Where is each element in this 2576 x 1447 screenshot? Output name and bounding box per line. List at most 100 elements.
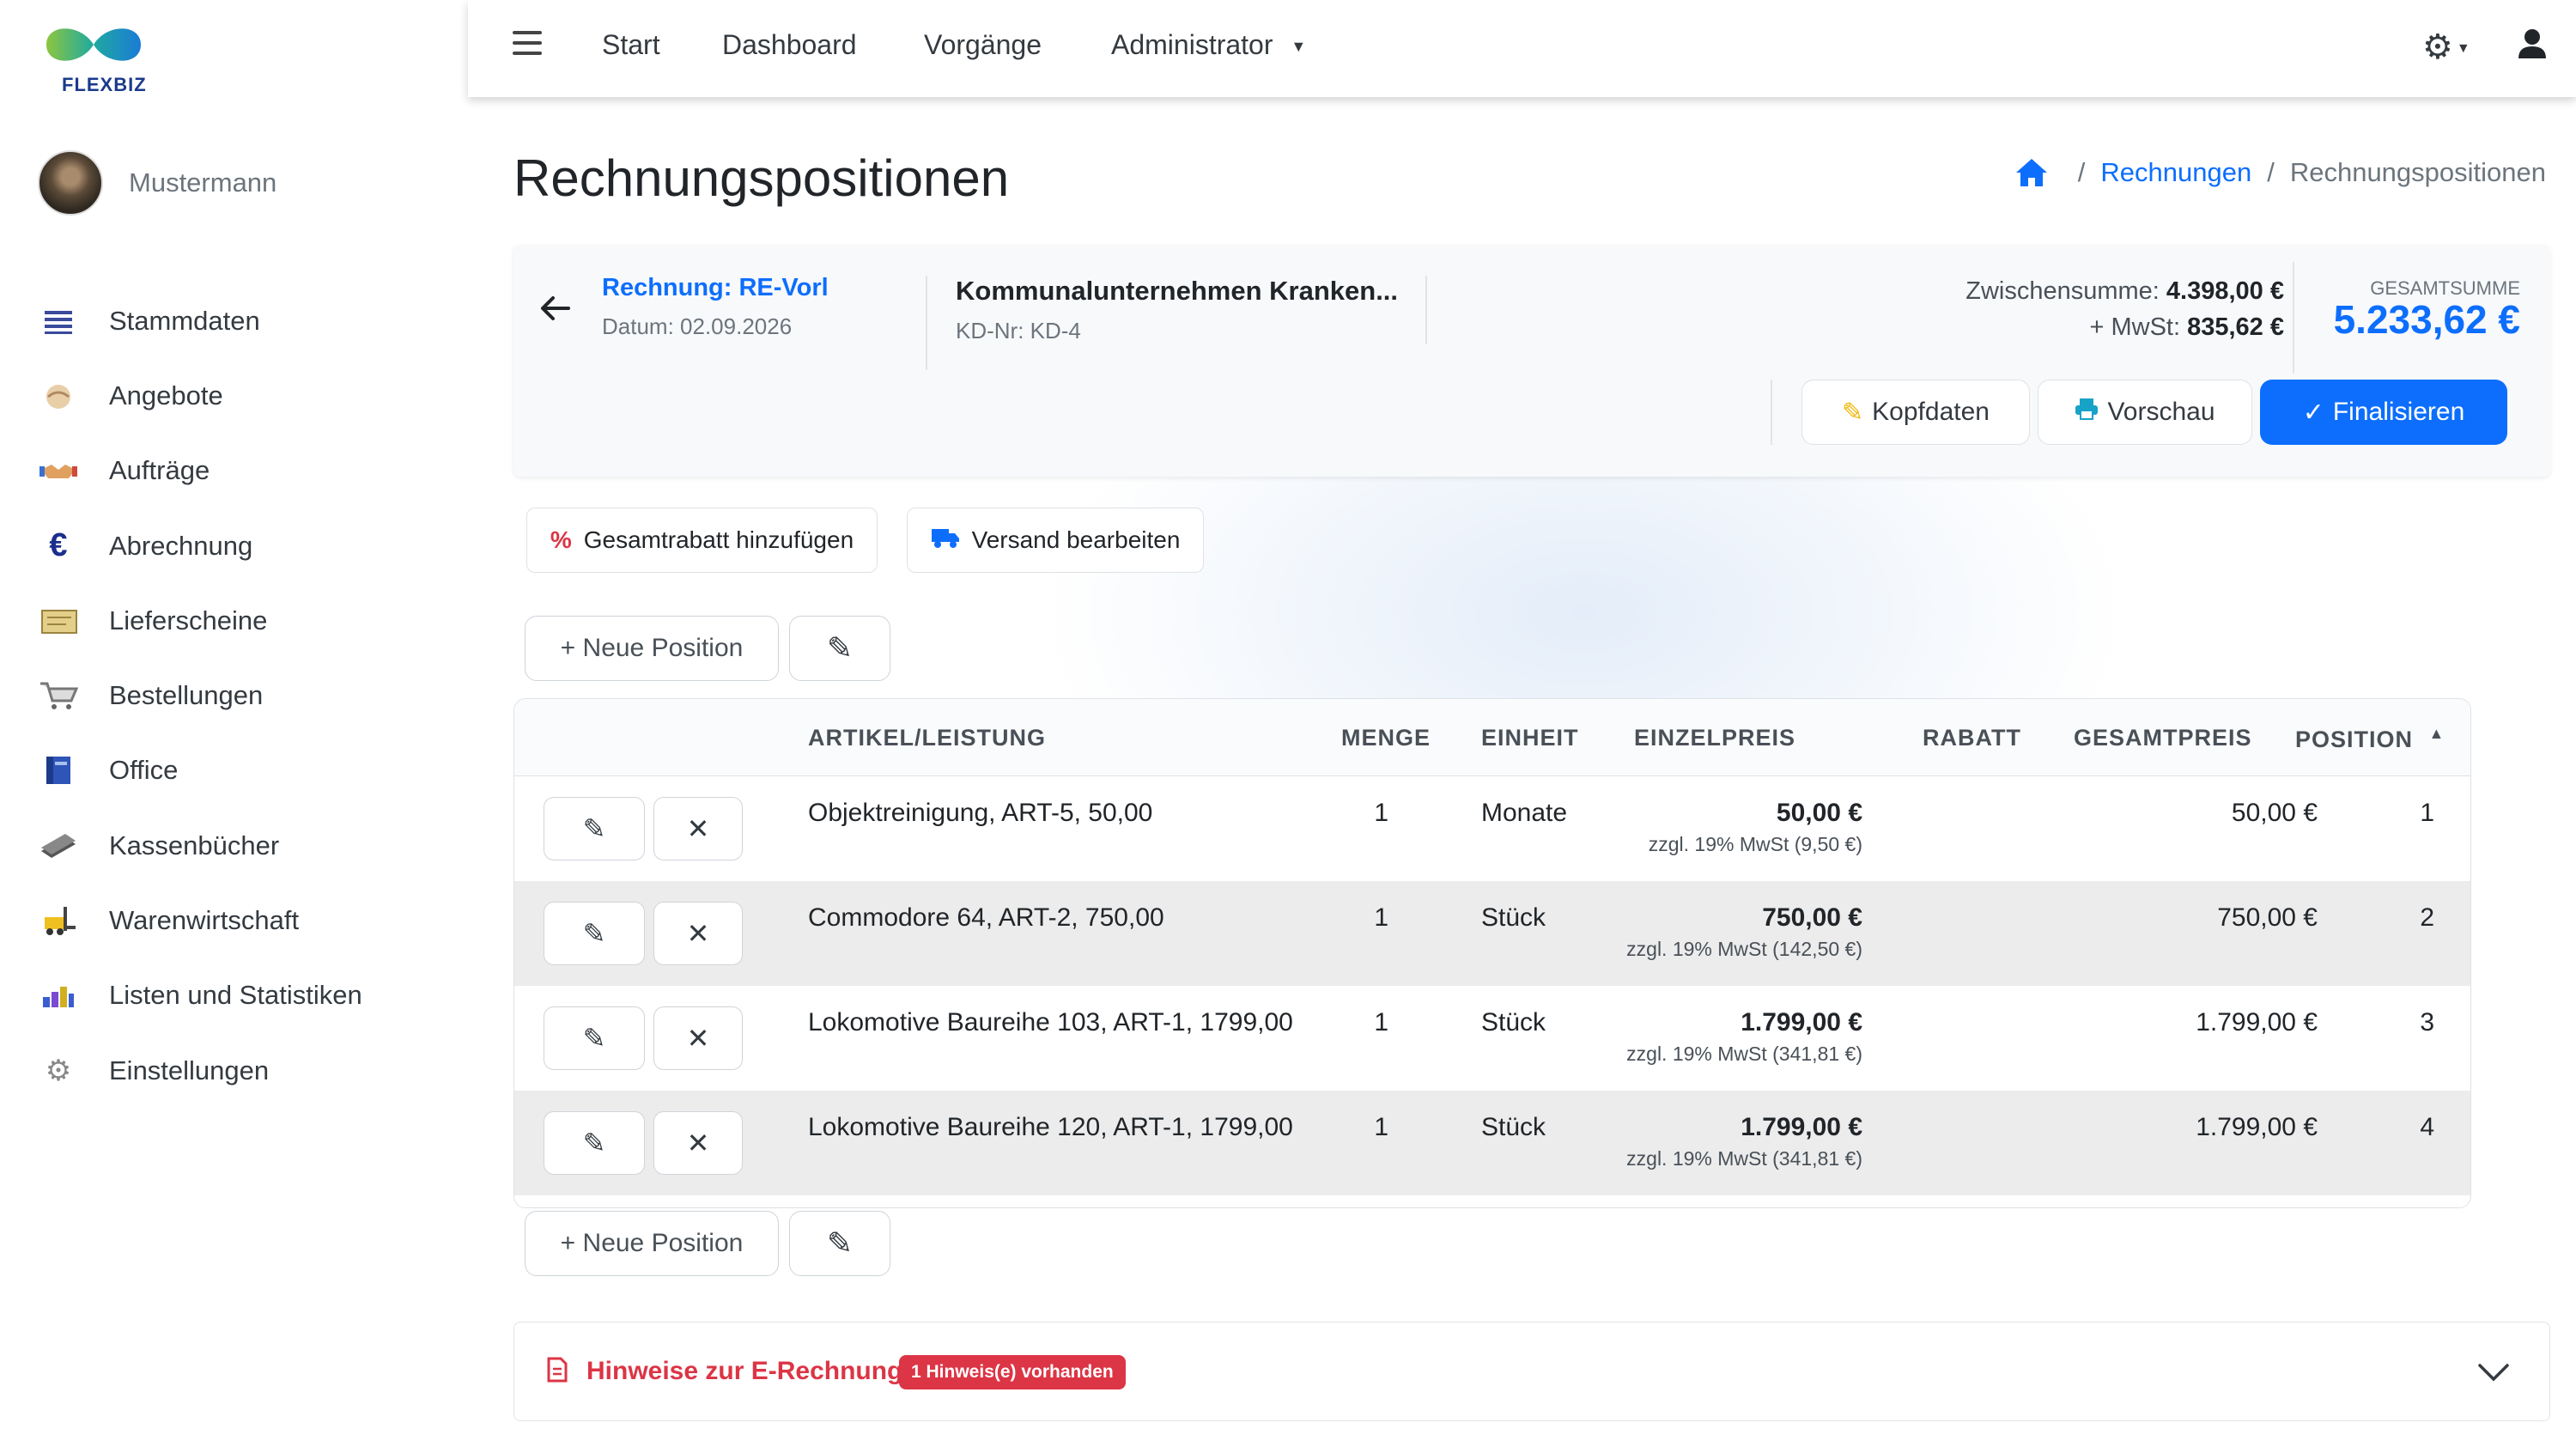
nav-vorgaenge[interactable]: Vorgänge xyxy=(924,29,1042,61)
cell-position: 2 xyxy=(2420,903,2434,932)
cell-article: Commodore 64, ART-2, 750,00 xyxy=(808,903,1164,932)
nav-start[interactable]: Start xyxy=(602,29,660,61)
caret-down-icon: ▼ xyxy=(1291,38,1307,56)
new-position-button[interactable]: + Neue Position xyxy=(525,616,779,681)
customer-name: Kommunalunternehmen Kranken... xyxy=(956,276,1399,306)
breadcrumb-link-rechnungen[interactable]: Rechnungen xyxy=(2100,157,2251,188)
pencil-icon: ✎ xyxy=(1842,398,1864,427)
breadcrumb-current: Rechnungspositionen xyxy=(2289,157,2546,187)
discount-label: Gesamtrabatt hinzufügen xyxy=(583,526,854,553)
invoice-number[interactable]: Rechnung: RE-Vorl xyxy=(602,274,829,302)
sidebar-item-bestellungen[interactable]: Bestellungen xyxy=(38,658,362,733)
sidebar-item-label: Stammdaten xyxy=(109,305,260,336)
sidebar-nav: Stammdaten Angebote Aufträge € Abrechnun… xyxy=(38,283,362,1108)
cell-price-note: zzgl. 19% MwSt (341,81 €) xyxy=(1626,1147,1862,1170)
edit-row-button[interactable]: ✎ xyxy=(544,902,645,965)
sidebar-item-kassenbuecher[interactable]: Kassenbücher xyxy=(38,808,362,883)
col-discount[interactable]: RABATT xyxy=(1923,725,2021,751)
divider xyxy=(2293,262,2294,374)
col-price[interactable]: EINZELPREIS xyxy=(1634,725,1795,751)
cell-position: 3 xyxy=(2420,1008,2434,1037)
cell-unit: Stück xyxy=(1481,1008,1546,1037)
page-title: Rechnungspositionen xyxy=(513,149,1010,207)
forklift-icon xyxy=(38,903,79,938)
pencil-icon: ✎ xyxy=(582,813,606,844)
cell-qty: 1 xyxy=(1374,1008,1388,1037)
sidebar-item-auftraege[interactable]: Aufträge xyxy=(38,434,362,508)
sidebar-item-listen[interactable]: Listen und Statistiken xyxy=(38,958,362,1033)
nav-administrator[interactable]: Administrator ▼ xyxy=(1111,29,1306,61)
user-profile[interactable]: Mustermann xyxy=(38,149,276,217)
home-icon[interactable] xyxy=(2014,157,2049,188)
kopfdaten-button[interactable]: ✎ Kopfdaten xyxy=(1801,380,2030,445)
sidebar-item-einstellungen[interactable]: ⚙ Einstellungen xyxy=(38,1033,362,1108)
topbar: Start Dashboard Vorgänge Administrator ▼… xyxy=(468,0,2576,97)
cell-total: 50,00 € xyxy=(2231,799,2318,827)
nav-administrator-label: Administrator xyxy=(1111,29,1273,60)
brand-name: FLEXBIZ xyxy=(62,74,147,95)
positions-table: ARTIKEL/LEISTUNG MENGE EINHEIT EINZELPRE… xyxy=(513,698,2471,1208)
vorschau-button[interactable]: Vorschau xyxy=(2038,380,2252,445)
shipping-button[interactable]: Versand bearbeiten xyxy=(907,508,1204,573)
breadcrumb-separator: / xyxy=(2267,157,2275,187)
printer-icon xyxy=(2075,398,2099,427)
handshake-icon xyxy=(38,379,79,413)
subtotal-value: 4.398,00 € xyxy=(2166,277,2284,305)
delete-row-button[interactable]: ✕ xyxy=(653,902,743,965)
col-unit[interactable]: EINHEIT xyxy=(1481,725,1579,751)
document-icon xyxy=(547,1357,568,1389)
delete-row-button[interactable]: ✕ xyxy=(653,1006,743,1070)
brand-logo[interactable]: FLEXBIZ xyxy=(38,19,149,96)
cell-qty: 1 xyxy=(1374,799,1388,827)
edit-row-button[interactable]: ✎ xyxy=(544,797,645,860)
sidebar-item-lieferscheine[interactable]: Lieferscheine xyxy=(38,583,362,658)
sidebar-item-stammdaten[interactable]: Stammdaten xyxy=(38,283,362,358)
nav-dashboard[interactable]: Dashboard xyxy=(722,29,857,61)
col-position[interactable]: POSITION ▲ xyxy=(2295,725,2445,753)
cell-total: 1.799,00 € xyxy=(2196,1008,2318,1037)
hamburger-menu-icon[interactable] xyxy=(513,31,542,57)
sidebar-item-abrechnung[interactable]: € Abrechnung xyxy=(38,508,362,583)
cell-unit: Stück xyxy=(1481,903,1546,932)
table-row: ✎ ✕ Commodore 64, ART-2, 750,00 1 Stück … xyxy=(514,881,2470,986)
edit-row-button[interactable]: ✎ xyxy=(544,1111,645,1175)
sidebar-item-label: Angebote xyxy=(109,380,223,410)
table-row: ✎ ✕ Lokomotive Baureihe 103, ART-1, 1799… xyxy=(514,986,2470,1091)
col-total[interactable]: GESAMTPREIS xyxy=(2074,725,2252,751)
delete-row-button[interactable]: ✕ xyxy=(653,797,743,860)
new-position-button-bottom[interactable]: + Neue Position xyxy=(525,1211,779,1276)
edit-positions-button-bottom[interactable]: ✎ xyxy=(789,1211,890,1276)
sidebar-item-angebote[interactable]: Angebote xyxy=(38,358,362,433)
sidebar-item-warenwirtschaft[interactable]: Warenwirtschaft xyxy=(38,883,362,958)
chevron-down-icon[interactable] xyxy=(2476,1355,2511,1389)
sort-asc-icon: ▲ xyxy=(2428,725,2445,742)
user-person-icon[interactable] xyxy=(2518,27,2552,62)
user-name: Mustermann xyxy=(129,167,277,198)
sidebar-item-office[interactable]: Office xyxy=(38,733,362,808)
divider xyxy=(1771,380,1772,445)
cell-total: 750,00 € xyxy=(2217,903,2318,932)
breadcrumb-separator: / xyxy=(2077,157,2086,187)
shipping-label: Versand bearbeiten xyxy=(971,526,1181,553)
book-icon xyxy=(38,753,79,787)
col-article[interactable]: ARTIKEL/LEISTUNG xyxy=(808,725,1046,751)
pencil-icon: ✎ xyxy=(582,1023,606,1054)
einvoice-panel[interactable]: Hinweise zur E-Rechnung 1 Hinweis(e) vor… xyxy=(513,1322,2550,1421)
col-qty[interactable]: MENGE xyxy=(1341,725,1431,751)
cell-price: 1.799,00 € xyxy=(1741,1008,1862,1037)
cart-icon xyxy=(38,678,79,713)
back-arrow-icon[interactable] xyxy=(539,292,570,331)
sidebar: FLEXBIZ Mustermann Stammdaten Angebote A… xyxy=(0,0,468,1447)
settings-gear-icon[interactable]: ⚙ ▼ xyxy=(2422,27,2470,67)
table-header: ARTIKEL/LEISTUNG MENGE EINHEIT EINZELPRE… xyxy=(514,699,2470,776)
check-double-icon: ✓ xyxy=(2302,398,2324,427)
close-icon: ✕ xyxy=(686,1128,710,1158)
invoice-date: Datum: 02.09.2026 xyxy=(602,313,793,339)
discount-button[interactable]: % Gesamtrabatt hinzufügen xyxy=(526,508,878,573)
delete-row-button[interactable]: ✕ xyxy=(653,1111,743,1175)
truck-icon xyxy=(931,526,960,555)
edit-positions-button[interactable]: ✎ xyxy=(789,616,890,681)
customer-number: KD-Nr: KD-4 xyxy=(956,318,1081,344)
finalisieren-button[interactable]: ✓ Finalisieren xyxy=(2260,380,2507,445)
edit-row-button[interactable]: ✎ xyxy=(544,1006,645,1070)
